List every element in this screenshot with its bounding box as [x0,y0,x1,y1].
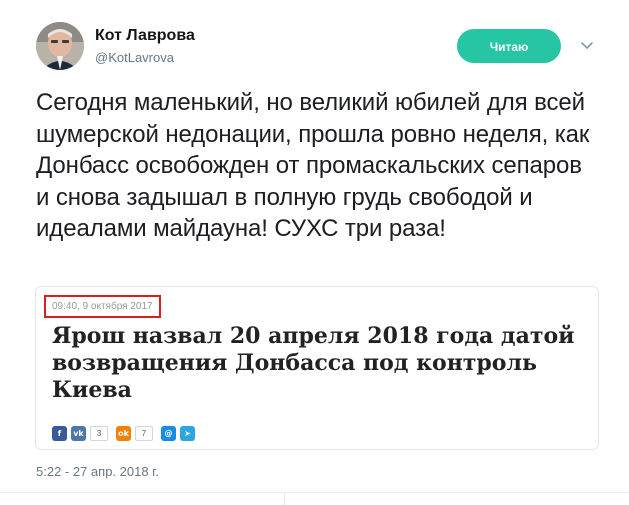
mail-ru-icon[interactable]: @ [161,425,176,441]
link-card[interactable]: 09:40, 9 октября 2017 Ярош назвал 20 апр… [35,286,599,450]
avatar[interactable] [36,22,84,70]
chevron-down-icon[interactable] [578,36,596,54]
telegram-icon[interactable]: ➤ [180,425,195,441]
divider-tick [284,493,285,505]
odnoklassniki-icon[interactable]: ok [116,425,131,441]
tweet: Кот Лаврова @KotLavrova Читаю Сегодня ма… [0,0,629,505]
card-headline[interactable]: Ярош назвал 20 апреля 2018 года датой во… [52,323,592,404]
card-date: 09:40, 9 октября 2017 [44,295,161,318]
divider [0,492,629,493]
tweet-timestamp[interactable]: 5:22 - 27 апр. 2018 г. [36,464,159,479]
avatar-photo [36,22,84,70]
facebook-icon[interactable]: f [52,425,67,441]
author-name[interactable]: Кот Лаврова [95,27,195,45]
share-row: f vk 3 ok 7 @ ➤ [52,425,199,441]
author-handle[interactable]: @KotLavrova [95,50,174,65]
odnoklassniki-share-count: 7 [135,425,153,441]
follow-button[interactable]: Читаю [457,29,561,63]
tweet-text: Сегодня маленький, но великий юбилей для… [36,89,590,242]
vk-share-count: 3 [90,425,108,441]
vk-icon[interactable]: vk [71,425,86,441]
